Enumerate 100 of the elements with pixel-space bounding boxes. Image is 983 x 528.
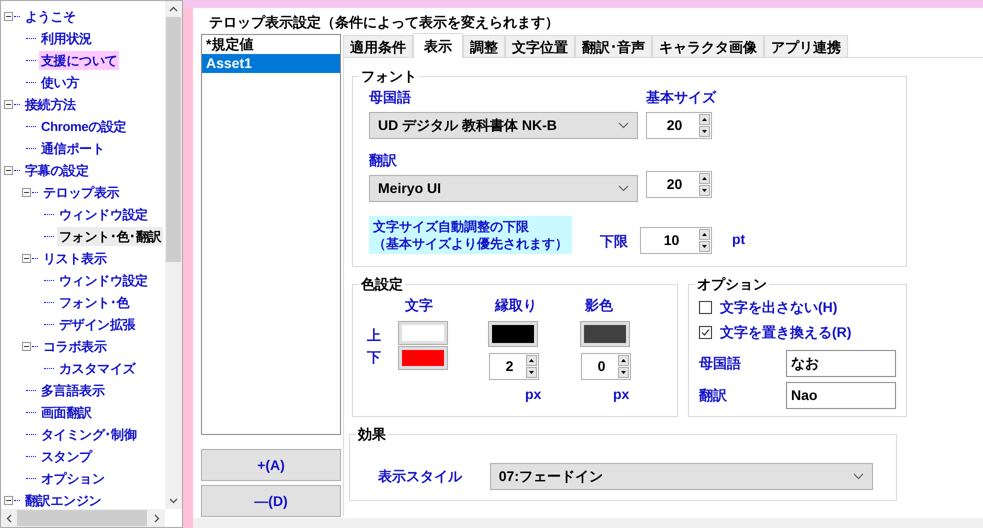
group-title: テロップ表示設定（条件によって表示を変えられます）: [208, 13, 560, 32]
horizontal-scrollbar[interactable]: [1, 509, 166, 527]
field-label: 表示スタイル: [378, 467, 464, 486]
row-label: 下: [367, 348, 382, 366]
spin-down-icon[interactable]: [699, 241, 710, 252]
tree-item[interactable]: 支援について: [39, 50, 120, 70]
list-item[interactable]: Asset1: [202, 54, 340, 73]
collapse-icon[interactable]: [4, 166, 13, 174]
note-text: 文字サイズ自動調整の下限: [373, 218, 530, 235]
size-spinner[interactable]: 20: [646, 171, 712, 198]
offset-spinner[interactable]: 0: [581, 353, 631, 380]
collapse-icon[interactable]: [4, 12, 13, 20]
column-label: 影色: [585, 297, 613, 313]
tree-item[interactable]: Chromeの設定: [39, 116, 128, 136]
collapse-icon[interactable]: [22, 342, 31, 350]
spin-up-icon[interactable]: [618, 355, 629, 366]
checkbox[interactable]: [699, 326, 712, 339]
tab[interactable]: アプリ連携: [764, 35, 848, 57]
group-label: オプション: [695, 275, 769, 293]
scroll-left-icon[interactable]: [6, 514, 12, 522]
spin-up-icon[interactable]: [699, 173, 710, 184]
group-label: 効果: [356, 425, 388, 443]
tree-item[interactable]: リスト表示: [41, 248, 109, 268]
dropdown-icon[interactable]: [618, 122, 629, 129]
spin-down-icon[interactable]: [699, 126, 710, 137]
field-label: 翻訳: [699, 386, 728, 405]
tree-item[interactable]: カスタマイズ: [57, 358, 138, 378]
tree-item[interactable]: 接続方法: [23, 94, 78, 114]
tree-item[interactable]: タイミング･制御: [39, 424, 139, 444]
field-label: 母国語: [369, 88, 412, 107]
tab[interactable]: 文字位置: [505, 35, 575, 57]
tab[interactable]: 適用条件: [343, 35, 413, 57]
tree-item[interactable]: 字幕の設定: [23, 160, 91, 180]
tree-item[interactable]: 使い方: [39, 72, 82, 92]
tree-item[interactable]: テロップ表示: [41, 182, 122, 202]
tree-item[interactable]: ウィンドウ設定: [57, 204, 150, 224]
tree-item[interactable]: ようこそ: [23, 6, 78, 26]
color-swatch[interactable]: [399, 322, 447, 344]
tree-item[interactable]: 利用状況: [39, 28, 94, 48]
unit-label: px: [525, 385, 542, 404]
collapse-icon[interactable]: [22, 188, 31, 196]
checkbox-label[interactable]: 文字を出さない(H): [720, 297, 838, 318]
note-text: （基本サイズより優先されます）: [373, 235, 568, 252]
width-spinner[interactable]: 2: [489, 353, 539, 380]
column-label: 縁取り: [495, 297, 537, 313]
spin-up-icon[interactable]: [699, 229, 710, 240]
tree-item[interactable]: デザイン拡張: [57, 314, 138, 334]
scroll-thumb[interactable]: [166, 17, 182, 262]
tree-item[interactable]: 画面翻訳: [39, 402, 94, 422]
color-swatch[interactable]: [489, 322, 537, 346]
tree-item[interactable]: 通信ポート: [39, 138, 107, 158]
style-dropdown[interactable]: 07:フェードイン: [490, 463, 873, 490]
row-label: 上: [367, 326, 382, 344]
spin-up-icon[interactable]: [526, 355, 537, 366]
scroll-thumb[interactable]: [17, 510, 147, 526]
tab[interactable]: 調整: [463, 35, 505, 57]
text-field[interactable]: Nao: [786, 382, 896, 409]
group-label: 色設定: [359, 275, 405, 293]
spin-down-icon[interactable]: [699, 185, 710, 196]
scroll-right-icon[interactable]: [154, 514, 160, 522]
spin-down-icon[interactable]: [618, 367, 629, 378]
tree-item[interactable]: オプション: [39, 468, 107, 488]
dropdown-icon[interactable]: [853, 473, 864, 480]
font-dropdown[interactable]: UD デジタル 教科書体 NK-B: [369, 112, 638, 139]
collapse-icon[interactable]: [4, 100, 13, 108]
tree-item[interactable]: 多言語表示: [39, 380, 107, 400]
tree-item[interactable]: コラボ表示: [41, 336, 109, 356]
scroll-down-icon[interactable]: [169, 498, 178, 504]
field-label: 下限: [600, 232, 628, 251]
tab[interactable]: 表示: [413, 33, 463, 58]
spin-up-icon[interactable]: [699, 114, 710, 125]
color-swatch[interactable]: [399, 347, 447, 369]
font-dropdown[interactable]: Meiryo UI: [369, 175, 638, 202]
field-label: 母国語: [699, 354, 742, 373]
delete-button[interactable]: —(D): [201, 485, 341, 517]
tree-item[interactable]: フォント･色: [57, 292, 132, 312]
list-item[interactable]: *規定値: [202, 35, 340, 54]
text-field[interactable]: なお: [786, 350, 896, 377]
tree-item[interactable]: フォント･色･翻訳: [57, 226, 164, 246]
tree-item[interactable]: スタンプ: [39, 446, 94, 466]
size-spinner[interactable]: 20: [646, 112, 712, 139]
field-label: 翻訳: [369, 151, 398, 170]
tab[interactable]: キャラクタ画像: [652, 35, 764, 57]
tree-item[interactable]: ウィンドウ設定: [57, 270, 150, 290]
tree-item[interactable]: 翻訳エンジン: [23, 490, 104, 509]
size-spinner[interactable]: 10: [640, 227, 712, 254]
unit-label: px: [613, 385, 630, 404]
dropdown-icon[interactable]: [618, 185, 629, 192]
tab[interactable]: 翻訳･音声: [575, 35, 652, 57]
checkbox-label[interactable]: 文字を置き換える(R): [720, 322, 852, 343]
collapse-icon[interactable]: [22, 254, 31, 262]
field-label: 基本サイズ: [646, 88, 716, 107]
add-button[interactable]: +(A): [201, 449, 341, 481]
color-swatch[interactable]: [581, 322, 629, 346]
unit-label: pt: [732, 230, 746, 249]
collapse-icon[interactable]: [4, 496, 13, 504]
scroll-up-icon[interactable]: [169, 6, 178, 12]
spin-down-icon[interactable]: [526, 367, 537, 378]
checkbox[interactable]: [699, 301, 712, 314]
vertical-scrollbar[interactable]: [165, 1, 182, 509]
